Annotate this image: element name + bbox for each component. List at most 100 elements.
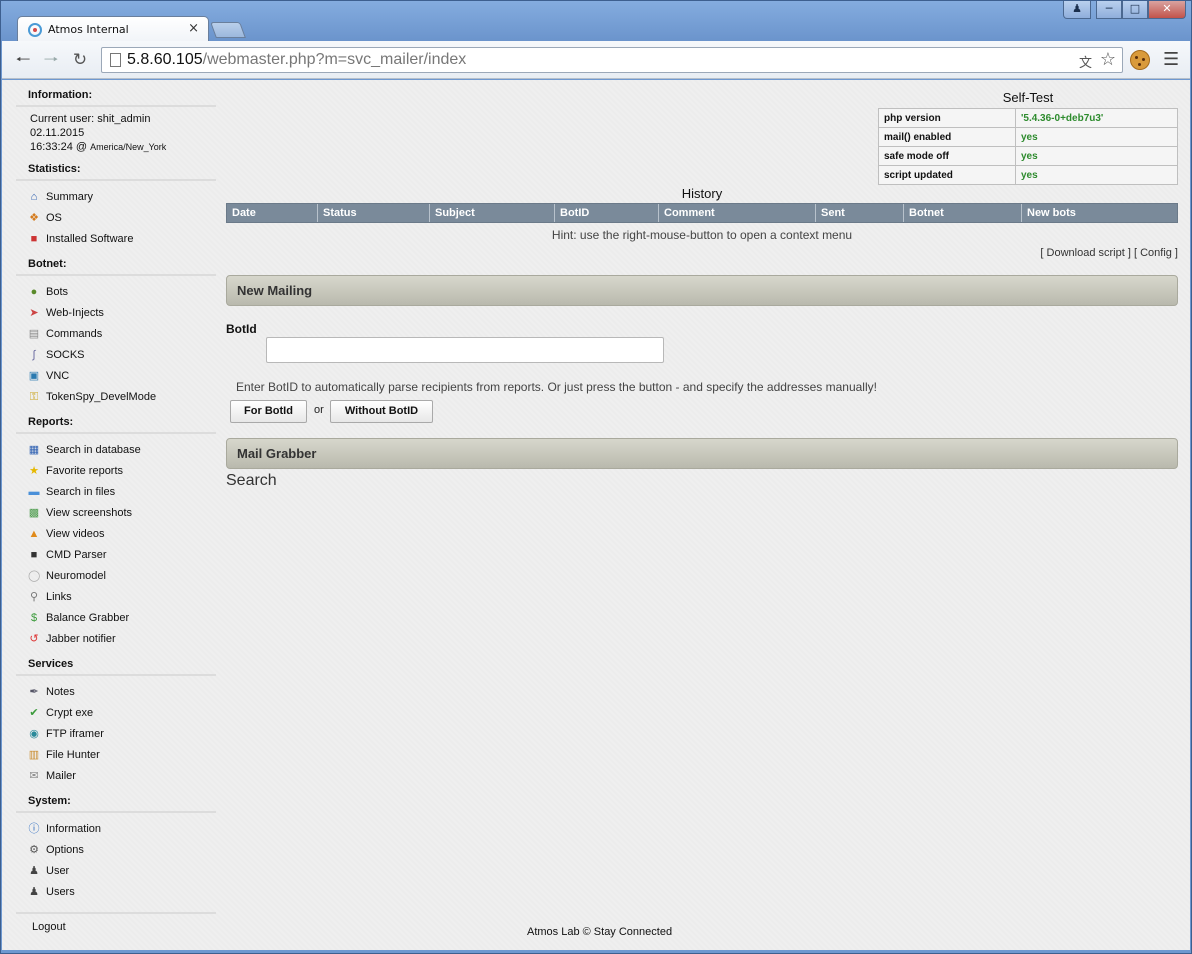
jabber-icon: ↺ — [29, 632, 39, 645]
sidebar-item-commands[interactable]: ▤ Commands — [16, 323, 216, 344]
current-time: 16:33:24 @ America/New_York — [30, 141, 167, 153]
botid-instructions: Enter BotID to automatically parse recip… — [236, 380, 877, 394]
selftest-key: safe mode off — [878, 146, 1016, 166]
sidebar-item-options[interactable]: ⚙ Options — [16, 839, 216, 860]
close-window-button[interactable]: ✕ — [1148, 1, 1186, 19]
sidebar-item-notes[interactable]: ✒ Notes — [16, 681, 216, 702]
sidebar-item-search-files[interactable]: ▬ Search in files — [16, 481, 216, 502]
bookmark-star-icon[interactable]: ☆ — [1100, 49, 1116, 70]
new-mailing-header[interactable]: New Mailing — [226, 275, 1178, 306]
column-comment[interactable]: Comment — [659, 204, 816, 222]
sidebar-item-file-hunter[interactable]: ▥ File Hunter — [16, 744, 216, 765]
sidebar-item-links[interactable]: ⚲ Links — [16, 586, 216, 607]
selftest-value: yes — [1015, 165, 1178, 185]
column-date[interactable]: Date — [227, 204, 318, 222]
new-tab-button[interactable] — [210, 22, 246, 38]
services-heading: Services — [16, 658, 216, 676]
sidebar-item-neuromodel[interactable]: ◯ Neuromodel — [16, 565, 216, 586]
sidebar-item-search-database[interactable]: ▦ Search in database — [16, 439, 216, 460]
table-row: safe mode off yes — [878, 146, 1178, 166]
sidebar-item-crypt-exe[interactable]: ✔ Crypt exe — [16, 702, 216, 723]
back-arrow-icon[interactable]: 🠐 — [12, 49, 34, 71]
download-script-link[interactable]: [ Download script ] — [1040, 247, 1130, 259]
without-botid-button[interactable]: Without BotID — [330, 400, 433, 423]
sidebar-item-bots[interactable]: ● Bots — [16, 281, 216, 302]
for-botid-button[interactable]: For BotId — [230, 400, 307, 423]
address-bar[interactable]: 5.8.60.105/webmaster.php?m=svc_mailer/in… — [101, 47, 1123, 73]
sidebar-item-view-videos[interactable]: ▲ View videos — [16, 523, 216, 544]
column-status[interactable]: Status — [318, 204, 430, 222]
history-table-header: Date Status Subject BotID Comment Sent B… — [226, 203, 1178, 223]
system-list: ⓘ Information ⚙ Options ♟ User ♟ Users — [16, 813, 216, 902]
sidebar-item-ftp-iframer[interactable]: ◉ FTP iframer — [16, 723, 216, 744]
screenshot-icon: ▩ — [28, 506, 40, 519]
magnifier-icon: ⚲ — [29, 590, 39, 603]
statistics-list: ⌂ Summary ❖ OS ■ Installed Software — [16, 181, 216, 249]
mail-icon: ✉ — [29, 769, 39, 782]
context-menu-hint: Hint: use the right-mouse-button to open… — [551, 228, 853, 242]
sidebar-item-tokenspy[interactable]: ⚿ TokenSpy_DevelMode — [16, 386, 216, 407]
socks-icon: ∫ — [32, 348, 36, 361]
statistics-heading: Statistics: — [16, 163, 216, 181]
sidebar-item-cmd-parser[interactable]: ■ CMD Parser — [16, 544, 216, 565]
sidebar-item-web-injects[interactable]: ➤ Web-Injects — [16, 302, 216, 323]
windows-icon: ❖ — [29, 211, 39, 224]
folder-icon: ▬ — [28, 485, 40, 498]
column-new-bots[interactable]: New bots — [1022, 204, 1177, 222]
column-subject[interactable]: Subject — [430, 204, 555, 222]
tab-close-icon[interactable]: × — [188, 21, 199, 36]
sidebar-item-socks[interactable]: ∫ SOCKS — [16, 344, 216, 365]
maximize-button[interactable]: □ — [1122, 1, 1148, 19]
browser-toolbar: 🠐 🠒 ↻ 5.8.60.105/webmaster.php?m=svc_mai… — [2, 41, 1190, 79]
profile-button[interactable]: ♟ — [1063, 1, 1091, 19]
sidebar-item-vnc[interactable]: ▣ VNC — [16, 365, 216, 386]
minimize-button[interactable]: ─ — [1096, 1, 1122, 19]
browser-window: Atmos Internal × ♟ ─ □ ✕ 🠐 🠒 ↻ 5.8.60.10… — [0, 0, 1192, 954]
sidebar-item-users[interactable]: ♟ Users — [16, 881, 216, 902]
table-row: php version '5.4.36-0+deb7u3' — [878, 108, 1178, 128]
column-botnet[interactable]: Botnet — [904, 204, 1022, 222]
sidebar-item-installed-software[interactable]: ■ Installed Software — [16, 228, 216, 249]
user-icon: ♟ — [29, 864, 39, 877]
sidebar-item-mailer[interactable]: ✉ Mailer — [16, 765, 216, 786]
botid-input[interactable] — [266, 337, 664, 363]
sidebar-item-user[interactable]: ♟ User — [16, 860, 216, 881]
sidebar-item-jabber-notifier[interactable]: ↺ Jabber notifier — [16, 628, 216, 649]
botnet-list: ● Bots ➤ Web-Injects ▤ Commands ∫ SOCKS ▣ VNC… — [16, 276, 216, 407]
botnet-heading: Botnet: — [16, 258, 216, 276]
information-heading: Information: — [16, 89, 216, 107]
forward-arrow-icon[interactable]: 🠒 — [40, 49, 62, 71]
sidebar-item-information[interactable]: ⓘ Information — [16, 818, 216, 839]
sidebar-item-balance-grabber[interactable]: $ Balance Grabber — [16, 607, 216, 628]
system-heading: System: — [16, 795, 216, 813]
self-test-panel: Self-Test php version '5.4.36-0+deb7u3' m… — [878, 90, 1178, 185]
sidebar-item-os[interactable]: ❖ OS — [16, 207, 216, 228]
logout-link[interactable]: Logout — [16, 912, 216, 933]
translate-icon[interactable]: 文 — [1079, 52, 1092, 71]
software-icon: ■ — [30, 232, 38, 245]
sidebar-item-favorite-reports[interactable]: ★ Favorite reports — [16, 460, 216, 481]
url-text[interactable]: 5.8.60.105/webmaster.php?m=svc_mailer/in… — [127, 51, 466, 69]
cookie-extension-icon[interactable] — [1130, 50, 1150, 70]
users-icon: ♟ — [29, 885, 39, 898]
pen-icon: ✒ — [29, 685, 39, 698]
reload-icon[interactable]: ↻ — [69, 49, 91, 71]
sidebar-item-view-screenshots[interactable]: ▩ View screenshots — [16, 502, 216, 523]
chart-icon: ▥ — [28, 748, 40, 761]
column-sent[interactable]: Sent — [816, 204, 904, 222]
browser-tab[interactable]: Atmos Internal × — [17, 16, 209, 42]
selftest-key: mail() enabled — [878, 127, 1016, 147]
menu-icon[interactable]: ☰ — [1163, 51, 1179, 69]
self-test-table: php version '5.4.36-0+deb7u3' mail() enab… — [878, 108, 1178, 185]
sidebar-item-summary[interactable]: ⌂ Summary — [16, 186, 216, 207]
history-title: History — [681, 186, 723, 201]
column-botid[interactable]: BotID — [555, 204, 659, 222]
gear-icon: ⚙ — [29, 843, 39, 856]
selftest-key: script updated — [878, 165, 1016, 185]
sidebar: Information: Current user: shit_admin 02… — [16, 80, 216, 933]
mail-grabber-header[interactable]: Mail Grabber — [226, 438, 1178, 469]
ftp-icon: ◉ — [29, 727, 39, 740]
bot-icon: ● — [30, 285, 38, 298]
services-list: ✒ Notes ✔ Crypt exe ◉ FTP iframer ▥ File Hun… — [16, 676, 216, 786]
config-link[interactable]: [ Config ] — [1134, 247, 1178, 259]
